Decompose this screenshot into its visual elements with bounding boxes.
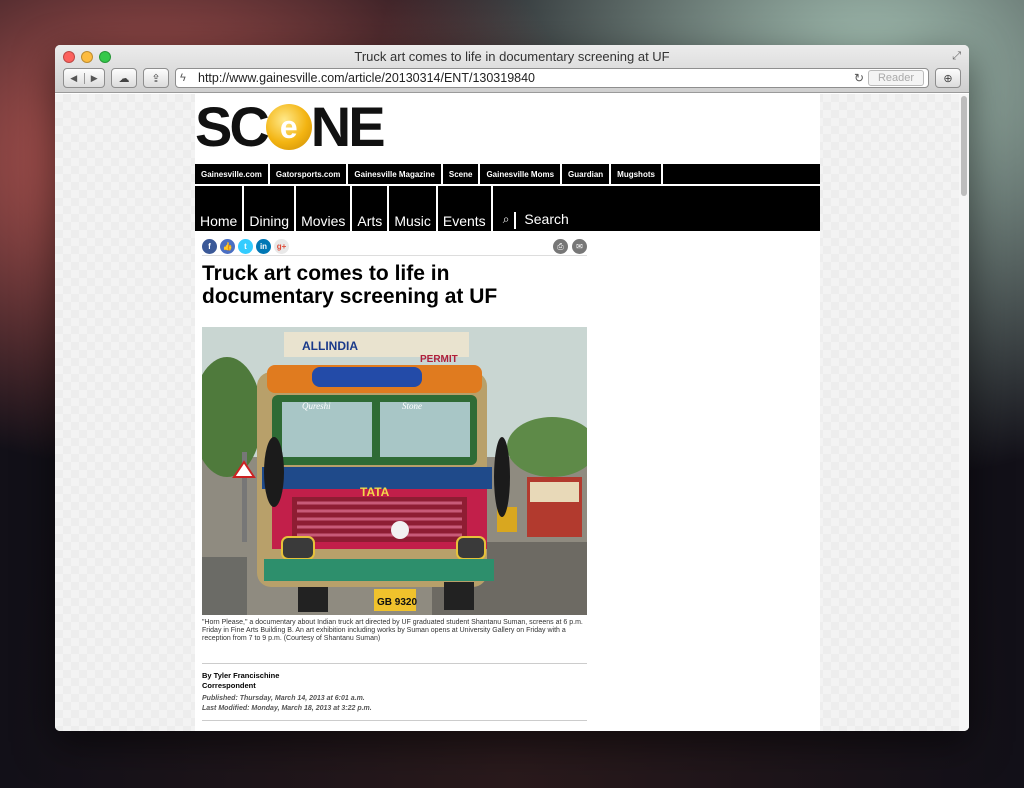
title-bar: Truck art comes to life in documentary s… bbox=[55, 45, 969, 93]
site-link-scene[interactable]: Scene bbox=[443, 164, 481, 184]
download-icon: ⊕ bbox=[943, 72, 953, 85]
scene-logo[interactable]: SC e NE bbox=[195, 95, 386, 158]
svg-text:Qureshi: Qureshi bbox=[302, 401, 331, 411]
byline: By Tyler Francischine Correspondent bbox=[202, 671, 279, 691]
web-viewport: SC e NE Gainesville.com Gatorsports.com Ga… bbox=[55, 94, 969, 731]
fullscreen-icon[interactable]: ⤢ bbox=[952, 50, 961, 63]
nav-search[interactable]: ⌕ Search bbox=[493, 186, 579, 231]
nav-events[interactable]: Events bbox=[438, 186, 493, 231]
nav-music[interactable]: Music bbox=[389, 186, 438, 231]
nav-movies[interactable]: Movies bbox=[296, 186, 353, 231]
share-icon: ⇪ bbox=[151, 72, 161, 85]
browser-window: Truck art comes to life in documentary s… bbox=[55, 45, 969, 731]
divider bbox=[202, 720, 587, 721]
share-button[interactable]: ⇪ bbox=[143, 68, 169, 88]
scrollbar-thumb[interactable] bbox=[961, 96, 967, 196]
site-favicon-icon: ϟ bbox=[180, 72, 186, 84]
svg-text:GB 9320: GB 9320 bbox=[377, 597, 417, 608]
url-text[interactable]: http://www.gainesville.com/article/20130… bbox=[198, 71, 850, 85]
logo-text-left: SC bbox=[195, 95, 270, 158]
site-links-bar: Gainesville.com Gatorsports.com Gainesvi… bbox=[195, 164, 820, 184]
svg-text:ALLINDIA: ALLINDIA bbox=[302, 339, 358, 353]
icloud-tabs-button[interactable]: ☁ bbox=[111, 68, 137, 88]
reload-icon[interactable]: ↻ bbox=[854, 71, 864, 85]
photo-caption: "Horn Please," a documentary about India… bbox=[202, 619, 583, 642]
web-page: SC e NE Gainesville.com Gatorsports.com Ga… bbox=[195, 94, 820, 731]
svg-text:TATA: TATA bbox=[360, 485, 390, 499]
nav-arts[interactable]: Arts bbox=[352, 186, 390, 231]
author-name: By Tyler Francischine bbox=[202, 671, 280, 680]
reader-button[interactable]: Reader bbox=[868, 70, 924, 86]
history-nav: ◀ ▶ bbox=[63, 68, 105, 88]
twitter-share-icon[interactable]: t bbox=[238, 239, 253, 254]
like-icon[interactable]: 👍 bbox=[220, 239, 235, 254]
main-nav: Home Dining Movies Arts Music Events ⌕ Se… bbox=[195, 186, 820, 231]
linkedin-share-icon[interactable]: in bbox=[256, 239, 271, 254]
print-icon[interactable]: ⎙ bbox=[553, 239, 568, 254]
google-plus-share-icon[interactable]: g+ bbox=[274, 239, 289, 254]
nav-dining[interactable]: Dining bbox=[244, 186, 297, 231]
window-title: Truck art comes to life in documentary s… bbox=[354, 49, 670, 64]
site-link-guardian[interactable]: Guardian bbox=[562, 164, 612, 184]
back-arrow-icon[interactable]: ◀ bbox=[64, 72, 85, 84]
truck-photo-illustration: ALLINDIA PERMIT Qureshi Stone TATA GB 93… bbox=[202, 327, 587, 615]
nav-home[interactable]: Home bbox=[195, 186, 245, 231]
facebook-share-icon[interactable]: f bbox=[202, 239, 217, 254]
email-icon[interactable]: ✉ bbox=[572, 239, 587, 254]
divider bbox=[202, 663, 587, 664]
article-headline: Truck art comes to life in documentary s… bbox=[202, 262, 498, 308]
site-link-gainesville-magazine[interactable]: Gainesville Magazine bbox=[348, 164, 443, 184]
modified-date: Last Modified: Monday, March 18, 2013 at… bbox=[202, 705, 372, 712]
nav-search-label: Search bbox=[524, 211, 569, 227]
svg-text:Stone: Stone bbox=[402, 401, 422, 411]
site-link-gainesville-moms[interactable]: Gainesville Moms bbox=[480, 164, 563, 184]
site-link-gatorsports[interactable]: Gatorsports.com bbox=[270, 164, 349, 184]
site-link-mugshots[interactable]: Mugshots bbox=[611, 164, 663, 184]
share-tools: ⎙ ✉ bbox=[553, 239, 587, 254]
downloads-button[interactable]: ⊕ bbox=[935, 68, 961, 88]
share-bar: f 👍 t in g+ ⎙ ✉ bbox=[202, 238, 587, 256]
forward-arrow-icon[interactable]: ▶ bbox=[85, 73, 105, 84]
cloud-icon: ☁ bbox=[118, 72, 130, 85]
article-photo[interactable]: ALLINDIA PERMIT Qureshi Stone TATA GB 93… bbox=[202, 327, 587, 615]
svg-text:PERMIT: PERMIT bbox=[420, 354, 458, 365]
author-role: Correspondent bbox=[202, 681, 256, 690]
search-icon: ⌕ bbox=[498, 212, 517, 229]
browser-toolbar: ◀ ▶ ☁ ⇪ ϟ http://www.gainesville.com/art… bbox=[63, 67, 961, 89]
article-dates: Published: Thursday, March 14, 2013 at 6… bbox=[202, 694, 372, 714]
logo-e-circle: e bbox=[265, 104, 312, 150]
address-bar[interactable]: ϟ http://www.gainesville.com/article/201… bbox=[175, 68, 929, 88]
vertical-scrollbar[interactable] bbox=[959, 94, 969, 731]
published-date: Published: Thursday, March 14, 2013 at 6… bbox=[202, 695, 365, 702]
logo-text-right: NE bbox=[310, 95, 386, 158]
site-link-gainesville[interactable]: Gainesville.com bbox=[195, 164, 270, 184]
